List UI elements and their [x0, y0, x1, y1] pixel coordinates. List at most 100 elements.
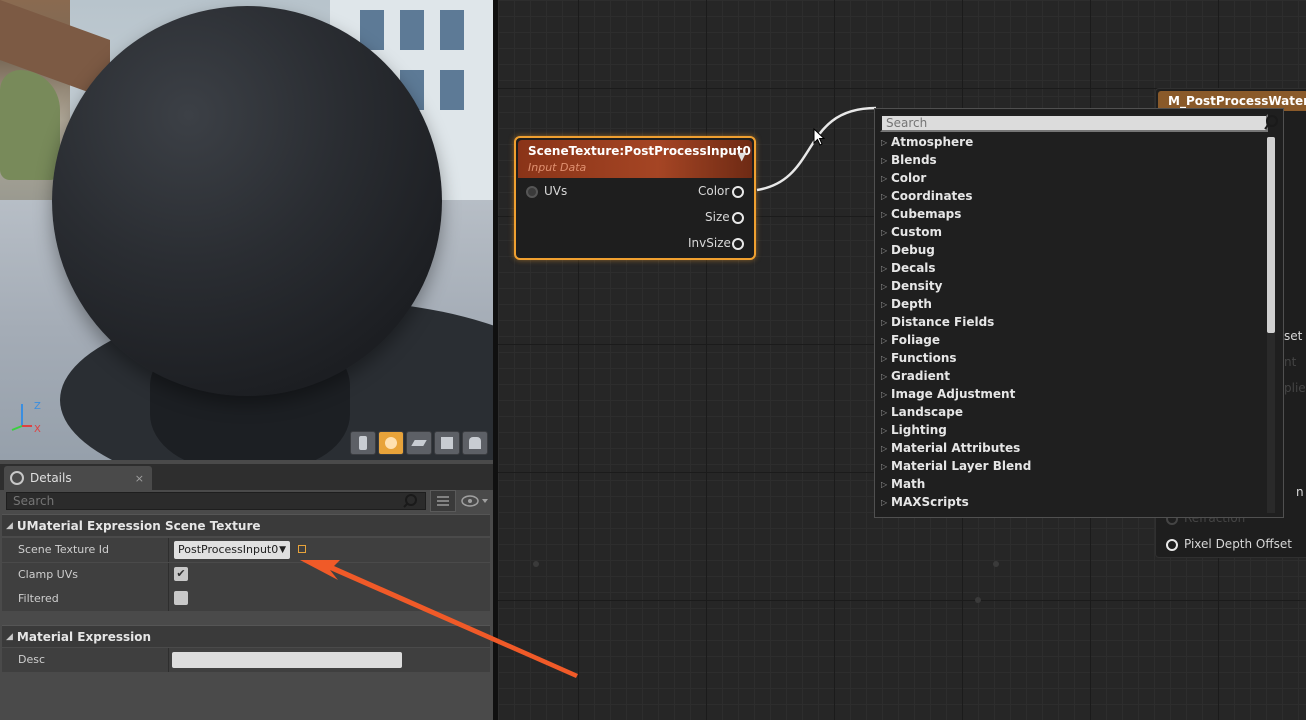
expand-triangle-icon: ▷ [881, 479, 888, 489]
color-output-pin[interactable] [732, 186, 744, 198]
node-subtitle: Input Data [528, 161, 587, 174]
details-tab-strip: Details × [0, 464, 493, 490]
menu-category-label: Gradient [891, 369, 950, 383]
plane-icon[interactable] [406, 431, 432, 455]
expand-triangle-icon: ▷ [881, 281, 888, 291]
menu-category-label: Color [891, 171, 927, 185]
expand-triangle-icon: ▷ [881, 209, 888, 219]
prop-label: Filtered [18, 592, 59, 605]
menu-category-label: Image Adjustment [891, 387, 1016, 401]
menu-category-label: Math [891, 477, 926, 491]
menu-category-item[interactable]: ▷ Custom [881, 223, 1265, 241]
size-output-pin[interactable] [732, 212, 744, 224]
close-icon[interactable]: × [135, 472, 144, 485]
node-context-menu: ▷Atmosphere▷Blends▷Color▷Coordinates▷Cub… [874, 108, 1284, 518]
menu-category-item[interactable]: ▷ MAXScripts [881, 493, 1265, 511]
material-pin-partial: nt [1284, 355, 1297, 369]
details-search-input[interactable] [6, 492, 426, 510]
menu-category-label: Depth [891, 297, 932, 311]
menu-category-label: Material Layer Blend [891, 459, 1032, 473]
section-title: UMaterial Expression Scene Texture [16, 518, 261, 533]
filtered-checkbox[interactable] [174, 591, 188, 605]
section-header-scene-texture[interactable]: ◢ UMaterial Expression Scene Texture [2, 514, 490, 536]
expand-triangle-icon: ▷ [881, 353, 888, 363]
sphere-icon[interactable] [378, 431, 404, 455]
axis-z-label: Z [34, 401, 41, 412]
menu-category-item[interactable]: ▷ Atmosphere [881, 133, 1265, 151]
menu-category-label: Lighting [891, 423, 947, 437]
invsize-output-pin[interactable] [732, 238, 744, 250]
clamp-uvs-checkbox[interactable]: ✔ [174, 567, 188, 581]
menu-category-item[interactable]: ▷ Color [881, 169, 1265, 187]
expand-triangle-icon: ▷ [881, 191, 888, 201]
menu-category-item[interactable]: ▷ Debug [881, 241, 1265, 259]
menu-category-item[interactable]: ▷ Math [881, 475, 1265, 493]
menu-scrollbar-thumb[interactable] [1267, 137, 1275, 333]
menu-category-label: Custom [891, 225, 942, 239]
expand-triangle-icon: ▷ [881, 407, 888, 417]
pixel-depth-offset-label: Pixel Depth Offset [1184, 537, 1292, 551]
menu-category-item[interactable]: ▷ Distance Fields [881, 313, 1265, 331]
expand-triangle-icon: ▷ [881, 155, 888, 165]
pixel-depth-offset-pin[interactable]: Pixel Depth Offset [1166, 537, 1292, 551]
expand-triangle-icon: ▷ [881, 299, 888, 309]
menu-category-item[interactable]: ▷ Landscape [881, 403, 1265, 421]
menu-category-label: Atmosphere [891, 135, 974, 149]
menu-category-label: Material Attributes [891, 441, 1021, 455]
menu-category-label: Blends [891, 153, 937, 167]
preview-sphere [52, 6, 442, 396]
menu-search-input[interactable] [880, 114, 1268, 132]
uvs-input-pin[interactable] [526, 186, 538, 198]
menu-category-item[interactable]: ▷ Gradient [881, 367, 1265, 385]
expand-triangle-icon: ▷ [881, 317, 888, 327]
menu-category-item[interactable]: ▷ Functions [881, 349, 1265, 367]
menu-category-item[interactable]: ▷ Density [881, 277, 1265, 295]
axis-gizmo-icon: Z X [11, 401, 41, 435]
dropdown-value: PostProcessInput0 [178, 543, 279, 556]
search-icon[interactable] [402, 493, 418, 509]
menu-category-label: Cubemaps [891, 207, 962, 221]
details-search-row [4, 490, 490, 512]
axis-x-label: X [34, 424, 41, 435]
menu-category-item[interactable]: ▷ Decals [881, 259, 1265, 277]
material-preview-viewport[interactable]: Z X [0, 0, 493, 460]
scene-texture-id-dropdown[interactable]: PostProcessInput0 ▼ [174, 541, 290, 559]
menu-category-label: Distance Fields [891, 315, 995, 329]
menu-category-item[interactable]: ▷ Cubemaps [881, 205, 1265, 223]
cylinder-icon[interactable] [350, 431, 376, 455]
expand-triangle-icon: ▷ [881, 461, 888, 471]
menu-category-item[interactable]: ▷ Foliage [881, 331, 1265, 349]
expand-triangle-icon: ▷ [881, 137, 888, 147]
invsize-label: InvSize [688, 236, 731, 250]
node-header: SceneTexture:PostProcessInput0 Input Dat… [518, 140, 752, 178]
visibility-eye-icon[interactable] [460, 494, 490, 508]
menu-category-label: MAXScripts [891, 495, 969, 509]
menu-category-item[interactable]: ▷ Lighting [881, 421, 1265, 439]
details-icon [10, 471, 24, 485]
node-title: SceneTexture:PostProcessInput0 [528, 144, 751, 158]
collapse-arrow-icon[interactable]: ▼ [738, 150, 746, 163]
expand-triangle-icon: ▷ [881, 173, 888, 183]
search-icon[interactable] [1263, 114, 1279, 132]
expand-triangle-icon: ▷ [881, 425, 888, 435]
list-view-icon[interactable] [430, 490, 456, 512]
menu-category-item[interactable]: ▷ Material Attributes [881, 439, 1265, 457]
menu-category-item[interactable]: ▷ Material Layer Blend [881, 457, 1265, 475]
menu-category-label: Debug [891, 243, 935, 257]
expand-triangle-icon: ▷ [881, 227, 888, 237]
tab-details[interactable]: Details × [4, 466, 152, 490]
cube-icon[interactable] [434, 431, 460, 455]
scene-texture-node[interactable]: SceneTexture:PostProcessInput0 Input Dat… [514, 136, 756, 260]
material-pin-partial: plier [1284, 381, 1306, 395]
annotation-arrow [300, 560, 578, 678]
section-title: Material Expression [16, 629, 152, 644]
menu-category-item[interactable]: ▷ Blends [881, 151, 1265, 169]
menu-category-item[interactable]: ▷ Coordinates [881, 187, 1265, 205]
expand-triangle-icon: ▷ [881, 497, 888, 507]
custom-mesh-icon[interactable] [462, 431, 488, 455]
menu-category-list: ▷ Atmosphere ▷ Blends ▷ Color ▷ Coordinates ▷ Cub… [881, 133, 1265, 511]
color-label: Color [698, 184, 730, 198]
menu-category-item[interactable]: ▷ Depth [881, 295, 1265, 313]
expand-triangle-icon: ▷ [881, 371, 888, 381]
menu-category-item[interactable]: ▷ Image Adjustment [881, 385, 1265, 403]
